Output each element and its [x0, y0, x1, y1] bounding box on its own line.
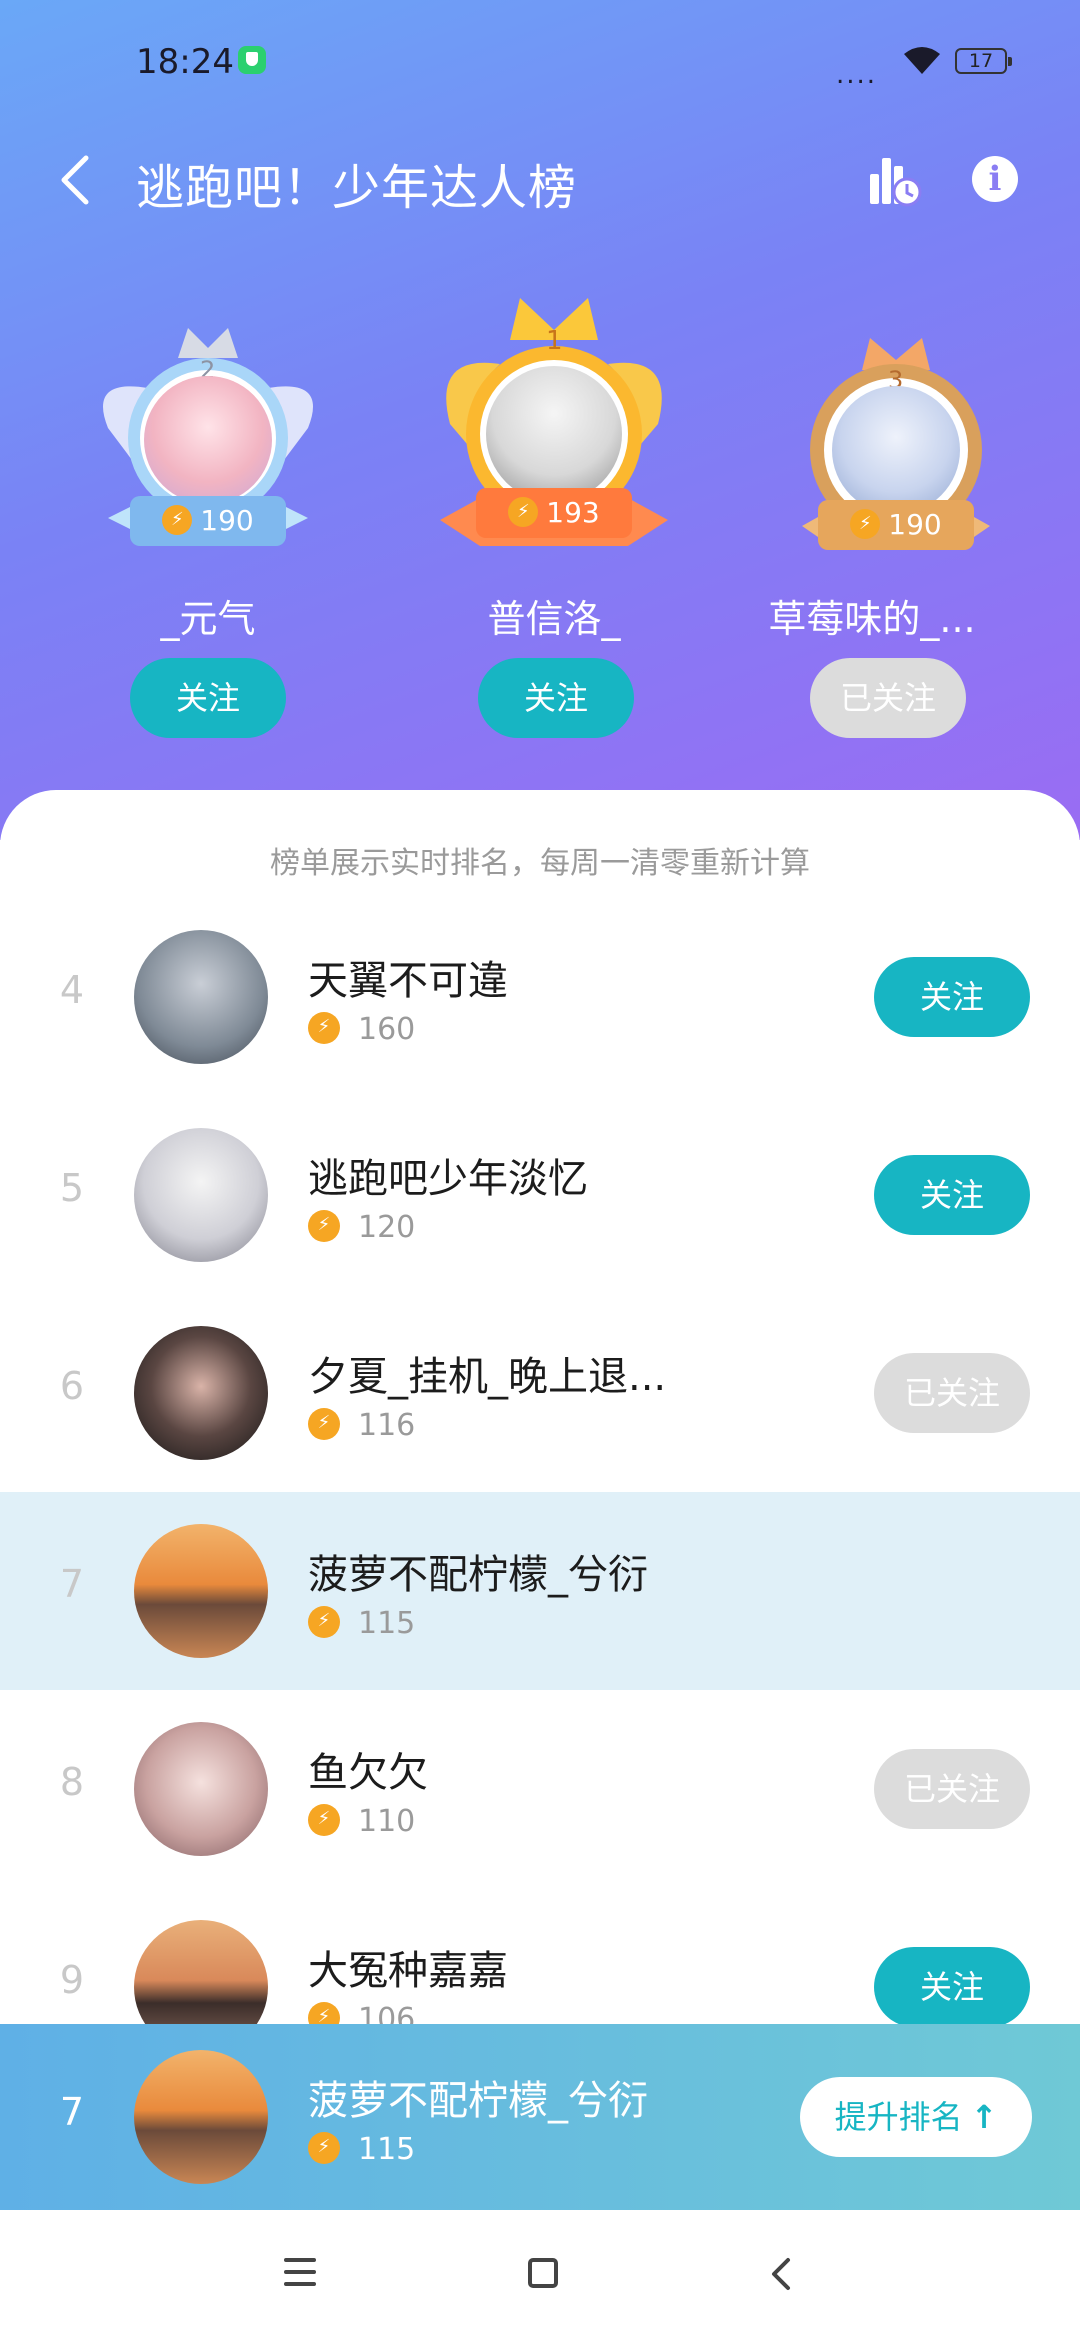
list-item[interactable]: 4 天翼不可違 160 关注: [0, 898, 1080, 1096]
podium-rank-3-score: 190: [818, 500, 974, 550]
hero-header: 18:24 .... 17 逃跑吧！少年达人榜 i 2 190: [0, 0, 1080, 840]
status-bar: 18:24 .... 17: [0, 0, 1080, 120]
home-icon[interactable]: [528, 2258, 558, 2288]
rank-number: 9: [59, 1958, 85, 2002]
lightning-icon: [162, 505, 193, 535]
ranking-notice: 榜单展示实时排名，每周一清零重新计算: [270, 846, 810, 881]
system-nav-bar: [0, 2210, 1080, 2340]
back-icon[interactable]: [766, 2254, 796, 2294]
rank-number: 4: [59, 968, 85, 1012]
battery-icon: 17: [955, 48, 1012, 74]
avatar[interactable]: [134, 1524, 268, 1658]
boost-rank-button[interactable]: 提升排名 ↑: [800, 2077, 1032, 2157]
user-name: 大冤种嘉嘉: [308, 1948, 508, 1994]
rank-number: 8: [59, 1760, 85, 1804]
list-item[interactable]: 6 夕夏_挂机_晚上退... 116 已关注: [0, 1294, 1080, 1492]
arrow-up-icon: ↑: [970, 2098, 998, 2136]
user-score: 160: [308, 1012, 415, 1047]
podium-rank-1-name: 普信洛_: [487, 597, 621, 641]
follow-button[interactable]: 关注: [874, 1155, 1030, 1235]
list-item[interactable]: 5 逃跑吧少年淡忆 120 关注: [0, 1096, 1080, 1294]
user-name: 菠萝不配柠檬_兮衍: [308, 1552, 648, 1598]
lightning-icon: [308, 2132, 340, 2164]
my-score: 115: [308, 2132, 415, 2167]
avatar[interactable]: [134, 2050, 268, 2184]
follow-button[interactable]: 关注: [874, 957, 1030, 1037]
podium-rank-2-name: _元气: [160, 597, 256, 641]
user-name: 天翼不可違: [308, 958, 508, 1004]
user-name: 夕夏_挂机_晚上退...: [308, 1354, 667, 1400]
security-shield-icon: [238, 46, 266, 74]
followed-button[interactable]: 已关注: [874, 1749, 1030, 1829]
podium-rank-1-number: 1: [546, 326, 563, 356]
lightning-icon: [308, 1606, 340, 1638]
followed-button[interactable]: 已关注: [810, 658, 966, 738]
follow-button[interactable]: 关注: [478, 658, 634, 738]
lightning-icon: [308, 1210, 340, 1242]
avatar[interactable]: [144, 376, 272, 504]
lightning-icon: [850, 509, 881, 539]
my-rank-bar: 7 菠萝不配柠檬_兮衍 115 提升排名↑: [0, 2024, 1080, 2210]
list-item-current-user[interactable]: 7 菠萝不配柠檬_兮衍 115: [0, 1492, 1080, 1690]
user-name: 鱼欠欠: [308, 1750, 428, 1796]
rank-number: 5: [59, 1166, 85, 1210]
boost-rank-label: 提升排名: [834, 2098, 963, 2136]
lightning-icon: [308, 1804, 340, 1836]
podium-rank-3-name: 草莓味的_...: [768, 597, 976, 641]
avatar[interactable]: [134, 930, 268, 1064]
follow-button[interactable]: 关注: [874, 1947, 1030, 2027]
lightning-icon: [508, 497, 539, 527]
rank-number: 7: [59, 1562, 85, 1606]
list-item[interactable]: 8 鱼欠欠 110 已关注: [0, 1690, 1080, 1888]
back-button[interactable]: [50, 150, 100, 210]
avatar[interactable]: [134, 1128, 268, 1262]
status-time: 18:24: [136, 42, 234, 82]
my-name: 菠萝不配柠檬_兮衍: [308, 2078, 648, 2124]
info-icon[interactable]: i: [972, 156, 1018, 202]
lightning-icon: [308, 1012, 340, 1044]
avatar[interactable]: [134, 1326, 268, 1460]
signal-icon: ....: [836, 60, 878, 90]
menu-icon[interactable]: [284, 2258, 316, 2288]
user-score: 115: [308, 1606, 415, 1641]
wifi-icon: [904, 47, 940, 74]
rank-number: 6: [59, 1364, 85, 1408]
follow-button[interactable]: 关注: [130, 658, 286, 738]
user-score: 120: [308, 1210, 415, 1245]
chart-clock-icon[interactable]: [866, 152, 922, 208]
avatar[interactable]: [832, 386, 960, 514]
podium-rank-3: 3 190: [798, 330, 994, 570]
avatar[interactable]: [134, 1722, 268, 1856]
user-score: 116: [308, 1408, 415, 1443]
user-name: 逃跑吧少年淡忆: [308, 1156, 588, 1202]
page-title: 逃跑吧！少年达人榜: [136, 160, 578, 216]
podium-rank-2: 2 190: [88, 318, 328, 568]
podium-rank-1: 1 193: [436, 284, 672, 570]
podium-rank-2-score: 190: [130, 496, 286, 546]
followed-button[interactable]: 已关注: [874, 1353, 1030, 1433]
my-rank-number: 7: [59, 2090, 85, 2134]
podium-rank-1-score: 193: [476, 488, 632, 538]
lightning-icon: [308, 1408, 340, 1440]
user-score: 110: [308, 1804, 415, 1839]
avatar[interactable]: [486, 366, 622, 502]
